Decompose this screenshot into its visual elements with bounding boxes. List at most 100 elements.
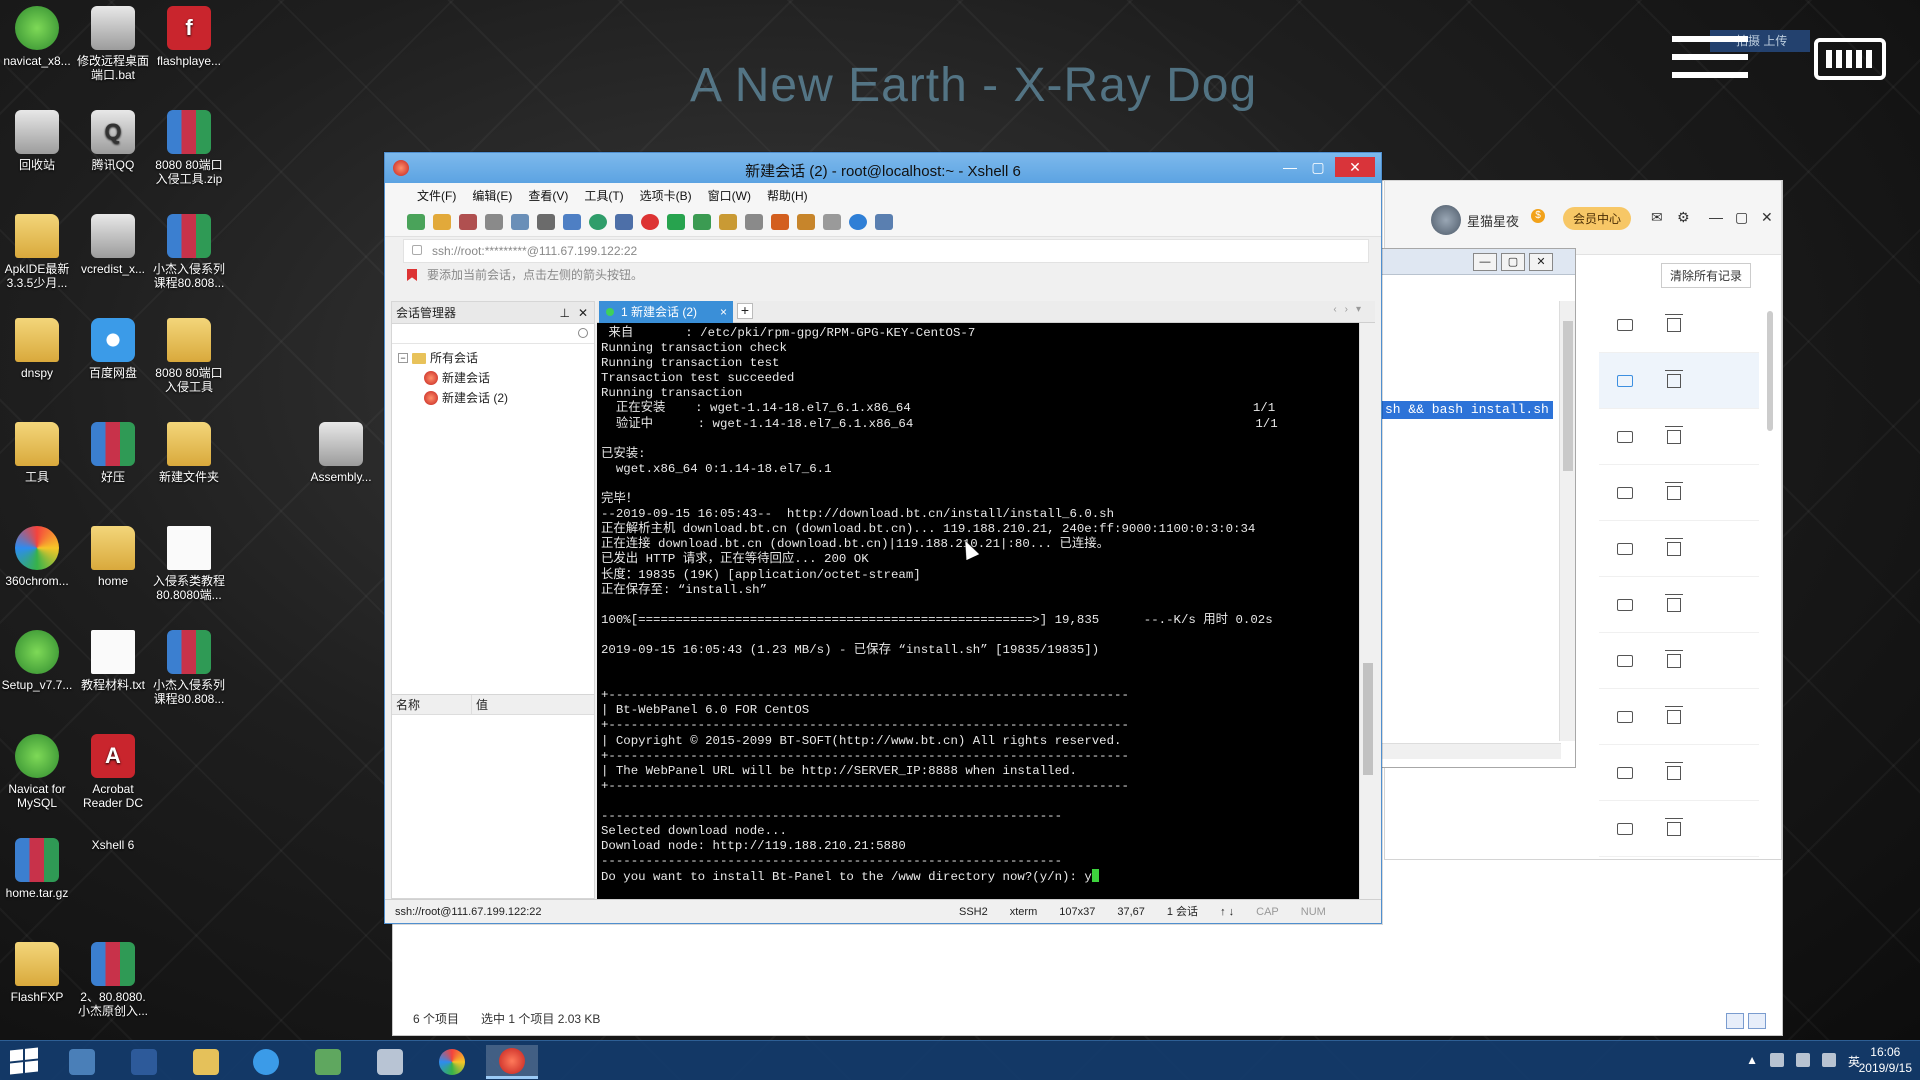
taskbar-clock[interactable]: 16:06 2019/9/15 bbox=[1859, 1044, 1912, 1076]
desktop-icon[interactable]: Q 腾讯QQ bbox=[75, 110, 151, 172]
settings-icon[interactable]: ⚙ bbox=[1677, 209, 1690, 226]
xshell-close-button[interactable]: ✕ bbox=[1335, 157, 1375, 177]
clear-history-button[interactable]: 清除所有记录 bbox=[1660, 263, 1751, 288]
maximize-icon[interactable]: ▢ bbox=[1735, 209, 1748, 226]
details-view-button[interactable] bbox=[1726, 1013, 1744, 1029]
folder-icon[interactable] bbox=[1617, 374, 1633, 387]
list-item[interactable] bbox=[1599, 409, 1759, 465]
minimize-icon[interactable]: — bbox=[1709, 209, 1723, 225]
desktop-icon[interactable]: 百度网盘 bbox=[75, 318, 151, 380]
desktop-icon[interactable]: 教程材料.txt bbox=[75, 630, 151, 692]
icons-view-button[interactable] bbox=[1748, 1013, 1766, 1029]
taskbar-xshell[interactable] bbox=[486, 1045, 538, 1079]
taskbar-task-manager[interactable] bbox=[302, 1045, 354, 1079]
taskbar-app-6[interactable] bbox=[364, 1045, 416, 1079]
new-session-icon[interactable] bbox=[407, 213, 425, 230]
list-item[interactable] bbox=[1599, 689, 1759, 745]
folder-icon[interactable] bbox=[1617, 486, 1633, 499]
desktop-icon[interactable]: home bbox=[75, 526, 151, 588]
list-item[interactable] bbox=[1599, 801, 1759, 857]
menu-item[interactable]: 文件(F) bbox=[409, 187, 464, 204]
bookmark-icon[interactable] bbox=[407, 269, 417, 281]
close-icon[interactable]: ✕ bbox=[1761, 209, 1773, 226]
avatar[interactable] bbox=[1431, 205, 1461, 235]
disconnect-icon[interactable] bbox=[459, 213, 477, 230]
desktop-icon[interactable]: 好压 bbox=[75, 422, 151, 484]
tab-close-icon[interactable]: × bbox=[720, 301, 727, 323]
collapse-icon[interactable]: − bbox=[398, 353, 408, 363]
archive-box-icon[interactable] bbox=[1665, 649, 1683, 668]
desktop-icon[interactable]: 入侵系类教程80.8080端... bbox=[151, 526, 227, 602]
folder-icon[interactable] bbox=[1617, 654, 1633, 667]
menu-item[interactable]: 查看(V) bbox=[520, 187, 576, 204]
inner-horizontal-scrollbar[interactable] bbox=[1381, 743, 1561, 759]
desktop-icon[interactable]: 8080 80端口入侵工具.zip bbox=[151, 110, 227, 186]
xshell-icon[interactable] bbox=[641, 213, 659, 230]
menu-item[interactable]: 编辑(E) bbox=[464, 187, 520, 204]
menu-item[interactable]: 工具(T) bbox=[576, 187, 631, 204]
copy-icon[interactable] bbox=[511, 213, 529, 230]
status-arrows[interactable]: ↑ ↓ bbox=[1220, 900, 1234, 924]
menu-item[interactable]: 选项卡(B) bbox=[632, 187, 700, 204]
xshell-minimize-button[interactable]: — bbox=[1277, 157, 1303, 177]
folder-icon[interactable] bbox=[1617, 542, 1633, 555]
archive-box-icon[interactable] bbox=[1665, 313, 1683, 332]
terminal-output[interactable]: 来自 : /etc/pki/rpm-gpg/RPM-GPG-KEY-CentOS… bbox=[597, 323, 1359, 899]
folder-icon[interactable] bbox=[1617, 710, 1633, 723]
menu-icon[interactable] bbox=[1672, 36, 1748, 86]
lock-toolbar-icon[interactable] bbox=[719, 213, 737, 230]
inner-maximize-button[interactable]: ▢ bbox=[1501, 253, 1525, 271]
member-center-button[interactable]: 会员中心 bbox=[1563, 207, 1632, 230]
reconnect-icon[interactable] bbox=[485, 213, 503, 230]
script-icon[interactable] bbox=[797, 213, 815, 230]
tree-item-session-1[interactable]: 新建会话 bbox=[398, 368, 594, 388]
desktop-icon[interactable]: home.tar.gz bbox=[0, 838, 75, 900]
xshell-titlebar[interactable]: 新建会话 (2) - root@localhost:~ - Xshell 6 —… bbox=[385, 153, 1381, 183]
archive-box-icon[interactable] bbox=[1665, 705, 1683, 724]
desktop-icon[interactable]: Assembly... bbox=[303, 422, 379, 484]
archive-box-icon[interactable] bbox=[1665, 537, 1683, 556]
list-item[interactable] bbox=[1599, 465, 1759, 521]
menu-item[interactable]: 帮助(H) bbox=[759, 187, 816, 204]
desktop-icon[interactable]: navicat_x8... bbox=[0, 6, 75, 68]
desktop-icon[interactable]: 8080 80端口入侵工具 bbox=[151, 318, 227, 394]
folder-icon[interactable] bbox=[1617, 318, 1633, 331]
tab-nav-arrows[interactable]: ‹›▾ bbox=[1333, 304, 1369, 315]
desktop-icon[interactable]: ApkIDE最新3.3.5少月... bbox=[0, 214, 75, 290]
folder-icon[interactable] bbox=[1617, 766, 1633, 779]
session-panel-close-icon[interactable]: ✕ bbox=[578, 302, 588, 324]
list-item[interactable] bbox=[1599, 521, 1759, 577]
search-icon[interactable] bbox=[578, 328, 588, 338]
mail-icon[interactable]: ✉ bbox=[1651, 209, 1663, 226]
panel-scrollbar[interactable] bbox=[1767, 311, 1773, 431]
desktop-icon[interactable]: 360chrom... bbox=[0, 526, 75, 588]
menu-item[interactable]: 窗口(W) bbox=[700, 187, 759, 204]
keyboard-toolbar-icon[interactable] bbox=[745, 213, 763, 230]
pin-icon[interactable]: ⊥ bbox=[560, 302, 570, 324]
list-item[interactable] bbox=[1599, 577, 1759, 633]
desktop-icon[interactable]: 小杰入侵系列课程80.808... bbox=[151, 214, 227, 290]
archive-box-icon[interactable] bbox=[1665, 425, 1683, 444]
terminal-scrollbar[interactable] bbox=[1359, 323, 1375, 899]
archive-box-icon[interactable] bbox=[1665, 481, 1683, 500]
inner-minimize-button[interactable]: — bbox=[1473, 253, 1497, 271]
desktop-icon[interactable]: f flashplaye... bbox=[151, 6, 227, 68]
xftp-icon[interactable] bbox=[667, 213, 685, 230]
flag-icon[interactable] bbox=[1769, 1053, 1784, 1067]
desktop-icon[interactable]: dnspy bbox=[0, 318, 75, 380]
options-icon[interactable] bbox=[823, 213, 841, 230]
highlight-icon[interactable] bbox=[771, 213, 789, 230]
list-item[interactable] bbox=[1599, 297, 1759, 353]
desktop-icon[interactable]: Navicat for MySQL bbox=[0, 734, 75, 810]
tree-item-session-2[interactable]: 新建会话 (2) bbox=[398, 388, 594, 408]
folder-icon[interactable] bbox=[1617, 822, 1633, 835]
list-item[interactable] bbox=[1599, 633, 1759, 689]
archive-box-icon[interactable] bbox=[1665, 593, 1683, 612]
layout-icon[interactable] bbox=[563, 213, 581, 230]
globe-icon[interactable] bbox=[589, 213, 607, 230]
tree-item-all-sessions[interactable]: − 所有会话 bbox=[398, 348, 594, 368]
taskbar-server-manager[interactable] bbox=[56, 1045, 108, 1079]
taskbar-baidu-netdisk[interactable] bbox=[240, 1045, 292, 1079]
xshell-maximize-button[interactable]: ▢ bbox=[1305, 157, 1331, 177]
start-button[interactable] bbox=[10, 1047, 38, 1075]
